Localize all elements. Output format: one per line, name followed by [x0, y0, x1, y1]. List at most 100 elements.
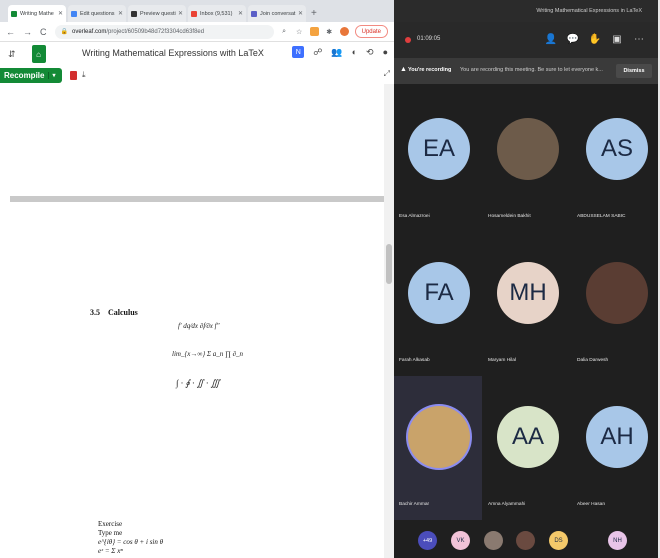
close-icon[interactable]: ✕ [178, 10, 183, 17]
pdf-viewer[interactable]: 3.5 Calculus f′ dq⁄dx ∂f⁄∂x f″ lim_{x→∞}… [10, 84, 384, 558]
participant-tile[interactable]: AA Amna Alyammahi [483, 376, 571, 520]
submit-icon[interactable]: ◐ [352, 47, 357, 57]
download-icon[interactable]: ⤓ [82, 70, 86, 80]
exercise-line: e^{iθ} = cos θ + i sin θ [98, 538, 164, 546]
section-heading: 3.5 Calculus [90, 308, 138, 317]
preview-favicon-icon [131, 10, 137, 17]
screen: Writing Mathe ✕ Edit questions ✕ Preview… [0, 0, 660, 558]
search-icon[interactable]: ⌕ [280, 27, 289, 36]
mini-avatar[interactable]: DS [549, 531, 568, 550]
participant-photo [408, 406, 470, 468]
participant-tile[interactable]: AH Abeer Hasan [572, 376, 660, 520]
close-icon[interactable]: ✕ [298, 10, 303, 17]
url-path: /project/60509b48d72f3304cd63f8ed [106, 28, 205, 35]
exercise-label: Exercise [98, 520, 123, 528]
extension-icon[interactable] [309, 27, 319, 36]
new-tab-icon[interactable]: + [311, 8, 317, 19]
file-icon[interactable]: ⌂ [31, 45, 46, 63]
pdf-toolbar: Recompile ▾ ⤓ ⤢ [0, 66, 394, 84]
mini-avatar[interactable]: NH [608, 531, 627, 550]
participants-icon[interactable]: 👤 [544, 32, 558, 46]
participant-photo [586, 262, 648, 324]
chevron-down-icon[interactable]: ▾ [48, 71, 55, 79]
tab-label: Join conversat [260, 10, 296, 17]
overflow-count[interactable]: +49 [418, 531, 437, 550]
browser-window: Writing Mathe ✕ Edit questions ✕ Preview… [0, 0, 394, 558]
scroll-thumb[interactable] [386, 244, 392, 284]
overleaf-header: ⇵ ⌂ Writing Mathematical Expressions wit… [0, 42, 394, 66]
update-button[interactable]: Update [354, 25, 388, 38]
mini-avatar[interactable] [516, 531, 535, 550]
participant-tile[interactable]: Bachir Ammar [394, 376, 482, 520]
back-icon[interactable]: ← [6, 27, 15, 37]
forward-icon[interactable]: → [23, 27, 32, 37]
participant-name: Hosameldein Bakhit [488, 214, 531, 219]
participant-tile[interactable]: EA Esa Almazroei [394, 88, 482, 232]
user-avatar[interactable]: N [292, 46, 305, 58]
participant-avatar: EA [408, 118, 470, 180]
mini-avatar[interactable] [484, 531, 503, 550]
meeting-timer: 01:09:05 [417, 36, 441, 42]
participant-name: Bachir Ammar [399, 502, 430, 507]
reload-icon[interactable]: C [40, 27, 47, 37]
logs-icon[interactable] [70, 70, 77, 80]
project-title: Writing Mathematical Expressions with La… [82, 48, 264, 58]
more-icon[interactable]: ⋯ [632, 32, 646, 46]
recompile-label: Recompile [4, 70, 45, 80]
menu-icon[interactable]: ⇵ [8, 49, 16, 60]
pdf-scrollbar[interactable] [384, 84, 394, 558]
address-bar: ← → C 🔒 overleaf.com /project/60509b48d7… [0, 22, 394, 42]
participant-tile[interactable]: MH Maryam Hilal [483, 232, 571, 376]
teams-favicon-icon [251, 10, 257, 17]
warning-icon: ▲ [400, 66, 407, 73]
exercise-line: Type me [98, 529, 123, 537]
puzzle-icon[interactable]: ✱ [325, 27, 334, 36]
overflow-participants: +49 VK DS NH [394, 526, 660, 558]
participant-avatar: MH [497, 262, 559, 324]
participant-avatar: AA [497, 406, 559, 468]
participant-tile[interactable]: Dalia Darwesh [572, 232, 660, 376]
close-icon[interactable]: ✕ [238, 10, 243, 17]
close-icon[interactable]: ✕ [58, 10, 63, 17]
tab-inbox[interactable]: Inbox (9,531) ✕ [188, 5, 246, 22]
tab-label: Inbox (9,531) [200, 10, 233, 17]
mini-avatar[interactable]: VK [451, 531, 470, 550]
participant-tile[interactable]: Hosameldein Bakhit [483, 88, 571, 232]
section-title: Calculus [108, 308, 138, 317]
history-icon[interactable]: ⟲ [366, 47, 374, 58]
math-derivatives: f′ dq⁄dx ∂f⁄∂x f″ [178, 322, 220, 330]
meeting-title: Writing Mathematical Expressions in LaTe… [536, 8, 642, 14]
participant-tile[interactable]: FA Farah Alkasab [394, 232, 482, 376]
pdf-page-2: 3.5 Calculus f′ dq⁄dx ∂f⁄∂x f″ lim_{x→∞}… [10, 202, 384, 558]
recording-banner: ▲ You're recording You are recording thi… [394, 58, 660, 84]
participant-name: Abeer Hasan [577, 502, 605, 507]
chat-icon[interactable]: 💬 [566, 32, 580, 46]
exercise-block: Exercise Type me e^{iθ} = cos θ + i sin … [98, 520, 163, 556]
meeting-title-bar: Writing Mathematical Expressions in LaTe… [394, 0, 660, 22]
profile-icon[interactable] [339, 27, 349, 36]
participant-name: Farah Alkasab [399, 358, 430, 363]
url-field[interactable]: 🔒 overleaf.com /project/60509b48d72f3304… [54, 24, 274, 39]
tab-edit-questions[interactable]: Edit questions ✕ [68, 5, 126, 22]
math-limits-sums: lim_{x→∞} Σ a_n ∏ ∂_n [172, 350, 244, 358]
chat-icon[interactable]: ● [383, 47, 388, 57]
review-icon[interactable]: ☍ [313, 47, 322, 58]
close-icon[interactable]: ✕ [118, 10, 123, 17]
share-icon[interactable]: 👥 [331, 47, 342, 58]
view-icon[interactable]: ▣ [610, 32, 624, 46]
tab-join-conversation[interactable]: Join conversat ✕ [248, 5, 306, 22]
participant-name: Maryam Hilal [488, 358, 516, 363]
star-icon[interactable]: ☆ [295, 27, 304, 36]
tab-overleaf[interactable]: Writing Mathe ✕ [8, 5, 66, 22]
tab-strip: Writing Mathe ✕ Edit questions ✕ Preview… [0, 0, 394, 22]
participant-tile[interactable]: AS ABDUSSELAM SABIC [572, 88, 660, 232]
gmail-favicon-icon [191, 10, 197, 17]
reactions-icon[interactable]: ✋ [588, 32, 602, 46]
participant-avatar: FA [408, 262, 470, 324]
tab-preview-questions[interactable]: Preview questi ✕ [128, 5, 186, 22]
forms-favicon-icon [71, 10, 77, 17]
dismiss-button[interactable]: Dismiss [616, 64, 652, 78]
participant-photo [497, 118, 559, 180]
expand-icon[interactable]: ⤢ [384, 69, 390, 79]
recompile-button[interactable]: Recompile ▾ [0, 67, 62, 83]
